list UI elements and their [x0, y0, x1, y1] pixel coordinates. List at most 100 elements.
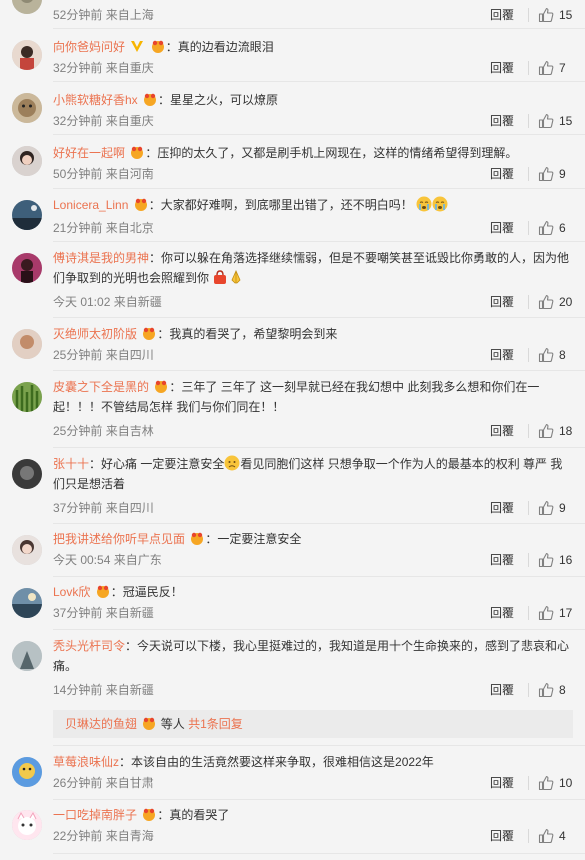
username-link[interactable]: 一口吃掉南胖子	[53, 808, 137, 822]
like-count: 15	[559, 114, 573, 128]
like-count: 16	[559, 553, 573, 567]
comment-meta: 37分钟前 来自新疆	[53, 606, 154, 620]
reply-button[interactable]: 回覆	[490, 682, 514, 698]
avatar[interactable]	[12, 40, 42, 70]
divider	[528, 829, 529, 843]
username-link[interactable]: 小熊软糖好香hx	[53, 93, 138, 107]
divider	[53, 134, 585, 135]
view-replies-link[interactable]: 共1条回复	[188, 717, 243, 731]
username-link[interactable]: 秃头光杆司令	[53, 639, 125, 653]
reply-button[interactable]: 回覆	[490, 423, 514, 439]
subreply-username[interactable]: 贝琳达的鱼翅	[65, 717, 137, 731]
avatar[interactable]	[12, 382, 42, 412]
like-count: 7	[559, 61, 566, 75]
like-button[interactable]: 8	[538, 682, 573, 698]
like-button[interactable]: 17	[538, 605, 573, 621]
fan-badge-icon	[155, 380, 168, 393]
like-button[interactable]: 4	[538, 828, 573, 844]
like-count: 4	[559, 829, 566, 843]
thumbs-up-icon	[538, 605, 554, 621]
username-link[interactable]: Lonicera_Linn	[53, 198, 128, 212]
like-button[interactable]: 15	[538, 7, 573, 23]
thumbs-up-icon	[538, 294, 554, 310]
thumbs-up-icon	[538, 775, 554, 791]
comment-actions: 回覆 6	[490, 220, 573, 236]
like-button[interactable]: 20	[538, 294, 573, 310]
comment-actions: 回覆 15	[490, 113, 573, 129]
like-button[interactable]: 18	[538, 423, 573, 439]
avatar[interactable]	[12, 0, 42, 14]
username-link[interactable]: 傅诗淇是我的男神	[53, 251, 149, 265]
avatar[interactable]	[12, 146, 42, 176]
comment-actions: 回覆 20	[490, 294, 573, 310]
username-link[interactable]: 草莓浪味仙z	[53, 755, 119, 769]
fan-badge-icon	[143, 808, 156, 821]
reply-button[interactable]: 回覆	[490, 7, 514, 23]
avatar[interactable]	[12, 93, 42, 123]
like-button[interactable]: 7	[538, 60, 573, 76]
reply-button[interactable]: 回覆	[490, 775, 514, 791]
username-link[interactable]: 好好在一起啊	[53, 146, 125, 160]
divider	[53, 317, 585, 318]
divider	[53, 576, 585, 577]
username-link[interactable]: 张十十	[53, 457, 89, 471]
avatar[interactable]	[12, 810, 42, 840]
thumbs-up-icon	[538, 7, 554, 23]
avatar[interactable]	[12, 641, 42, 671]
divider	[528, 221, 529, 235]
reply-button[interactable]: 回覆	[490, 552, 514, 568]
reply-button[interactable]: 回覆	[490, 828, 514, 844]
comment-actions: 回覆 16	[490, 552, 573, 568]
avatar[interactable]	[12, 757, 42, 787]
avatar[interactable]	[12, 535, 42, 565]
reply-button[interactable]: 回覆	[490, 60, 514, 76]
username-link[interactable]: 灭绝师太初阶版	[53, 327, 137, 341]
crying-face-icon	[416, 196, 432, 212]
comment-text: 向你爸妈问好 ：真的边看边流眼泪	[53, 40, 274, 54]
like-button[interactable]: 6	[538, 220, 573, 236]
comment-text: 灭绝师太初阶版 ：我真的看哭了，希望黎明会到来	[53, 327, 338, 341]
praying-hands-icon	[231, 270, 241, 284]
like-count: 17	[559, 606, 573, 620]
comment-text: 好好在一起啊 ：压抑的太久了，又都是刷手机上网现在，这样的情绪希望得到理解。	[53, 146, 518, 160]
avatar[interactable]	[12, 459, 42, 489]
avatar[interactable]	[12, 200, 42, 230]
username-link[interactable]: 皮囊之下全是黑的	[53, 380, 149, 394]
comment-actions: 回覆 18	[490, 423, 573, 439]
reply-button[interactable]: 回覆	[490, 605, 514, 621]
like-button[interactable]: 8	[538, 347, 573, 363]
subreplies-summary[interactable]: 贝琳达的鱼翅 等人 共1条回复	[53, 710, 573, 738]
avatar[interactable]	[12, 588, 42, 618]
divider	[528, 348, 529, 362]
comment-meta: 50分钟前 来自河南	[53, 167, 154, 181]
reply-button[interactable]: 回覆	[490, 220, 514, 236]
reply-button[interactable]: 回覆	[490, 347, 514, 363]
username-link[interactable]: Lovk欣	[53, 585, 90, 599]
comment-actions: 回覆 9	[490, 500, 573, 516]
like-button[interactable]: 9	[538, 166, 573, 182]
thumbs-up-icon	[538, 682, 554, 698]
comment-text: 一口吃掉南胖子 ：真的看哭了	[53, 808, 230, 822]
divider	[53, 28, 585, 29]
avatar[interactable]	[12, 329, 42, 359]
reply-button[interactable]: 回覆	[490, 500, 514, 516]
avatar[interactable]	[12, 253, 42, 283]
reply-button[interactable]: 回覆	[490, 166, 514, 182]
thumbs-up-icon	[538, 113, 554, 129]
like-count: 8	[559, 348, 566, 362]
username-link[interactable]: 把我讲述给你听早点见面	[53, 532, 185, 546]
comment-meta: 今天 00:54 来自广东	[53, 553, 162, 567]
like-button[interactable]: 16	[538, 552, 573, 568]
like-button[interactable]: 9	[538, 500, 573, 516]
crying-face-icon	[432, 196, 448, 212]
like-count: 10	[559, 776, 573, 790]
like-button[interactable]: 10	[538, 775, 573, 791]
like-button[interactable]: 15	[538, 113, 573, 129]
reply-button[interactable]: 回覆	[490, 113, 514, 129]
comment-text: Lovk欣 ：冠逼民反！	[53, 585, 183, 599]
reply-button[interactable]: 回覆	[490, 294, 514, 310]
username-link[interactable]: 向你爸妈问好	[53, 40, 125, 54]
divider	[528, 295, 529, 309]
comment-actions: 回覆 17	[490, 605, 573, 621]
divider	[528, 167, 529, 181]
